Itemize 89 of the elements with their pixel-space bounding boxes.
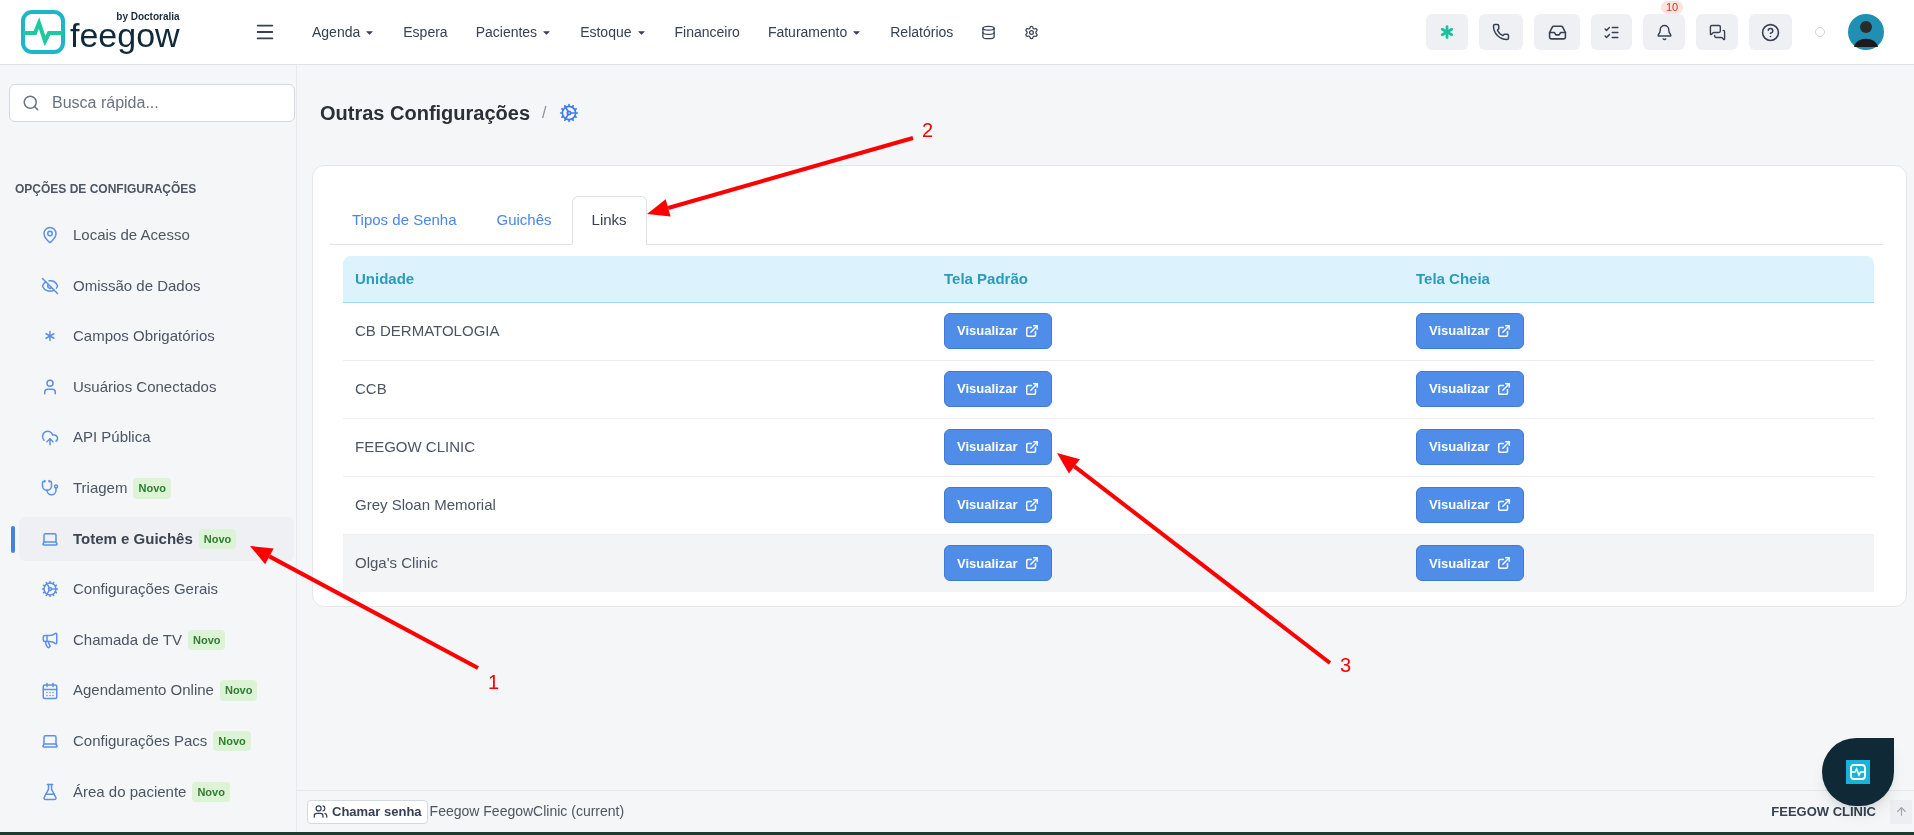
new-badge: Novo bbox=[198, 528, 237, 550]
settings-button[interactable] bbox=[1024, 24, 1040, 40]
search-field[interactable]: Busca rápida... bbox=[9, 84, 295, 122]
chat-button[interactable] bbox=[1696, 14, 1738, 50]
nav-menu-item[interactable]: Agenda bbox=[312, 21, 376, 43]
inbox-icon bbox=[1547, 22, 1567, 42]
new-badge: Novo bbox=[192, 781, 230, 803]
arrow-up-icon bbox=[1894, 805, 1908, 818]
nav-menu-item[interactable]: Pacientes bbox=[475, 21, 553, 43]
sidebar-item[interactable]: Agendamento Online Novo bbox=[19, 668, 294, 713]
megaphone-icon bbox=[41, 631, 59, 650]
floating-action-button[interactable] bbox=[1822, 738, 1894, 806]
logo-icon bbox=[20, 9, 66, 55]
external-link-icon bbox=[1497, 498, 1512, 512]
sidebar-item[interactable]: Totem e Guichês Novo bbox=[19, 516, 294, 561]
new-badge: Novo bbox=[187, 629, 226, 651]
nav-menu-item[interactable]: Estoque bbox=[580, 21, 647, 43]
search-icon bbox=[22, 94, 40, 112]
tab[interactable]: Links bbox=[571, 196, 647, 245]
help-icon bbox=[1761, 22, 1780, 42]
user-icon bbox=[41, 378, 59, 397]
calendar-icon bbox=[41, 681, 59, 700]
external-link-icon bbox=[1025, 498, 1040, 512]
external-link-icon bbox=[1497, 382, 1512, 396]
eye-off-icon bbox=[41, 276, 59, 295]
avatar[interactable] bbox=[1848, 14, 1884, 50]
checklist-button[interactable] bbox=[1591, 14, 1632, 50]
table-cell: Olga's Clinic bbox=[343, 534, 932, 592]
session-text: Feegow FeegowClinic (current) bbox=[429, 802, 625, 821]
sidebar-item[interactable]: Configurações Pacs Novo bbox=[19, 719, 294, 764]
flask-icon bbox=[41, 782, 59, 801]
table-cell: FEEGOW CLINIC bbox=[343, 418, 932, 476]
help-button[interactable] bbox=[1749, 14, 1792, 50]
table-cell: CB DERMATOLOGIA bbox=[343, 302, 932, 360]
sidebar-item[interactable]: API Pública bbox=[19, 415, 294, 460]
new-badge: Novo bbox=[133, 478, 171, 499]
breadcrumb-separator: / bbox=[542, 103, 547, 123]
monitor-heartbeat-icon bbox=[1846, 760, 1870, 784]
column-header: Tela Padrão bbox=[932, 256, 1404, 302]
nav-menu-item[interactable]: Espera bbox=[403, 21, 448, 43]
new-badge: Novo bbox=[213, 731, 251, 752]
active-indicator bbox=[11, 525, 15, 553]
annotation-number: 2 bbox=[922, 120, 934, 140]
new-badge: Novo bbox=[219, 680, 258, 701]
phone-icon bbox=[1492, 23, 1510, 41]
sidebar-item[interactable]: Configurações Gerais bbox=[19, 567, 294, 612]
nav-menu-item[interactable]: Faturamento bbox=[767, 21, 863, 43]
sidebar-item[interactable]: Locais de Acesso bbox=[19, 213, 294, 258]
laptop-icon bbox=[41, 732, 59, 751]
notification-count-badge: 10 bbox=[1661, 1, 1684, 14]
sidebar-item[interactable]: Campos Obrigatórios bbox=[19, 314, 294, 359]
external-link-icon bbox=[1025, 556, 1040, 571]
annotation-number: 1 bbox=[488, 672, 500, 692]
sidebar-item[interactable]: Omissão de Dados bbox=[19, 263, 294, 308]
tab[interactable]: Guichês bbox=[476, 196, 572, 245]
bell-icon bbox=[1655, 23, 1673, 41]
table-cell: Grey Sloan Memorial bbox=[343, 476, 932, 534]
column-header: Unidade bbox=[343, 256, 932, 302]
external-link-icon bbox=[1025, 440, 1040, 454]
section-heading: OPÇÕES DE CONFIGURAÇÕES bbox=[14, 180, 198, 198]
external-link-icon bbox=[1497, 440, 1512, 454]
notifications-button[interactable] bbox=[1643, 14, 1685, 50]
table-cell: CCB bbox=[343, 360, 932, 418]
external-link-icon bbox=[1497, 556, 1512, 571]
sidebar-item[interactable]: Usuários Conectados bbox=[19, 365, 294, 410]
chat-icon bbox=[1708, 23, 1726, 41]
column-header: Tela Cheia bbox=[1404, 256, 1874, 302]
call-ticket-button[interactable]: Chamar senha bbox=[307, 799, 428, 824]
page-title: Outras Configurações bbox=[320, 101, 531, 126]
stethoscope-icon bbox=[41, 479, 59, 498]
sidebar-item[interactable]: Chamada de TV Novo bbox=[19, 618, 294, 663]
nav-menu-item[interactable]: Relatórios bbox=[890, 21, 954, 43]
inbox-button[interactable] bbox=[1534, 14, 1580, 50]
tab[interactable]: Tipos de Senha bbox=[332, 196, 477, 245]
cloud-upload-icon bbox=[41, 428, 59, 447]
users-icon bbox=[313, 804, 328, 819]
database-button[interactable] bbox=[981, 24, 997, 40]
clinic-name: FEEGOW CLINIC bbox=[1771, 802, 1876, 821]
annotation-number: 3 bbox=[1340, 655, 1352, 675]
phone-button[interactable] bbox=[1479, 14, 1523, 50]
external-link-icon bbox=[1025, 324, 1040, 338]
database-icon bbox=[981, 24, 997, 40]
external-link-icon bbox=[1497, 324, 1512, 338]
external-link-icon bbox=[1025, 382, 1040, 396]
sidebar-item[interactable]: Triagem Novo bbox=[19, 466, 294, 511]
settings-icon bbox=[1024, 24, 1040, 40]
sidebar-item[interactable]: Área do paciente Novo bbox=[19, 769, 294, 814]
map-pin-icon bbox=[41, 226, 59, 245]
nav-menu-item[interactable]: Financeiro bbox=[674, 21, 740, 43]
